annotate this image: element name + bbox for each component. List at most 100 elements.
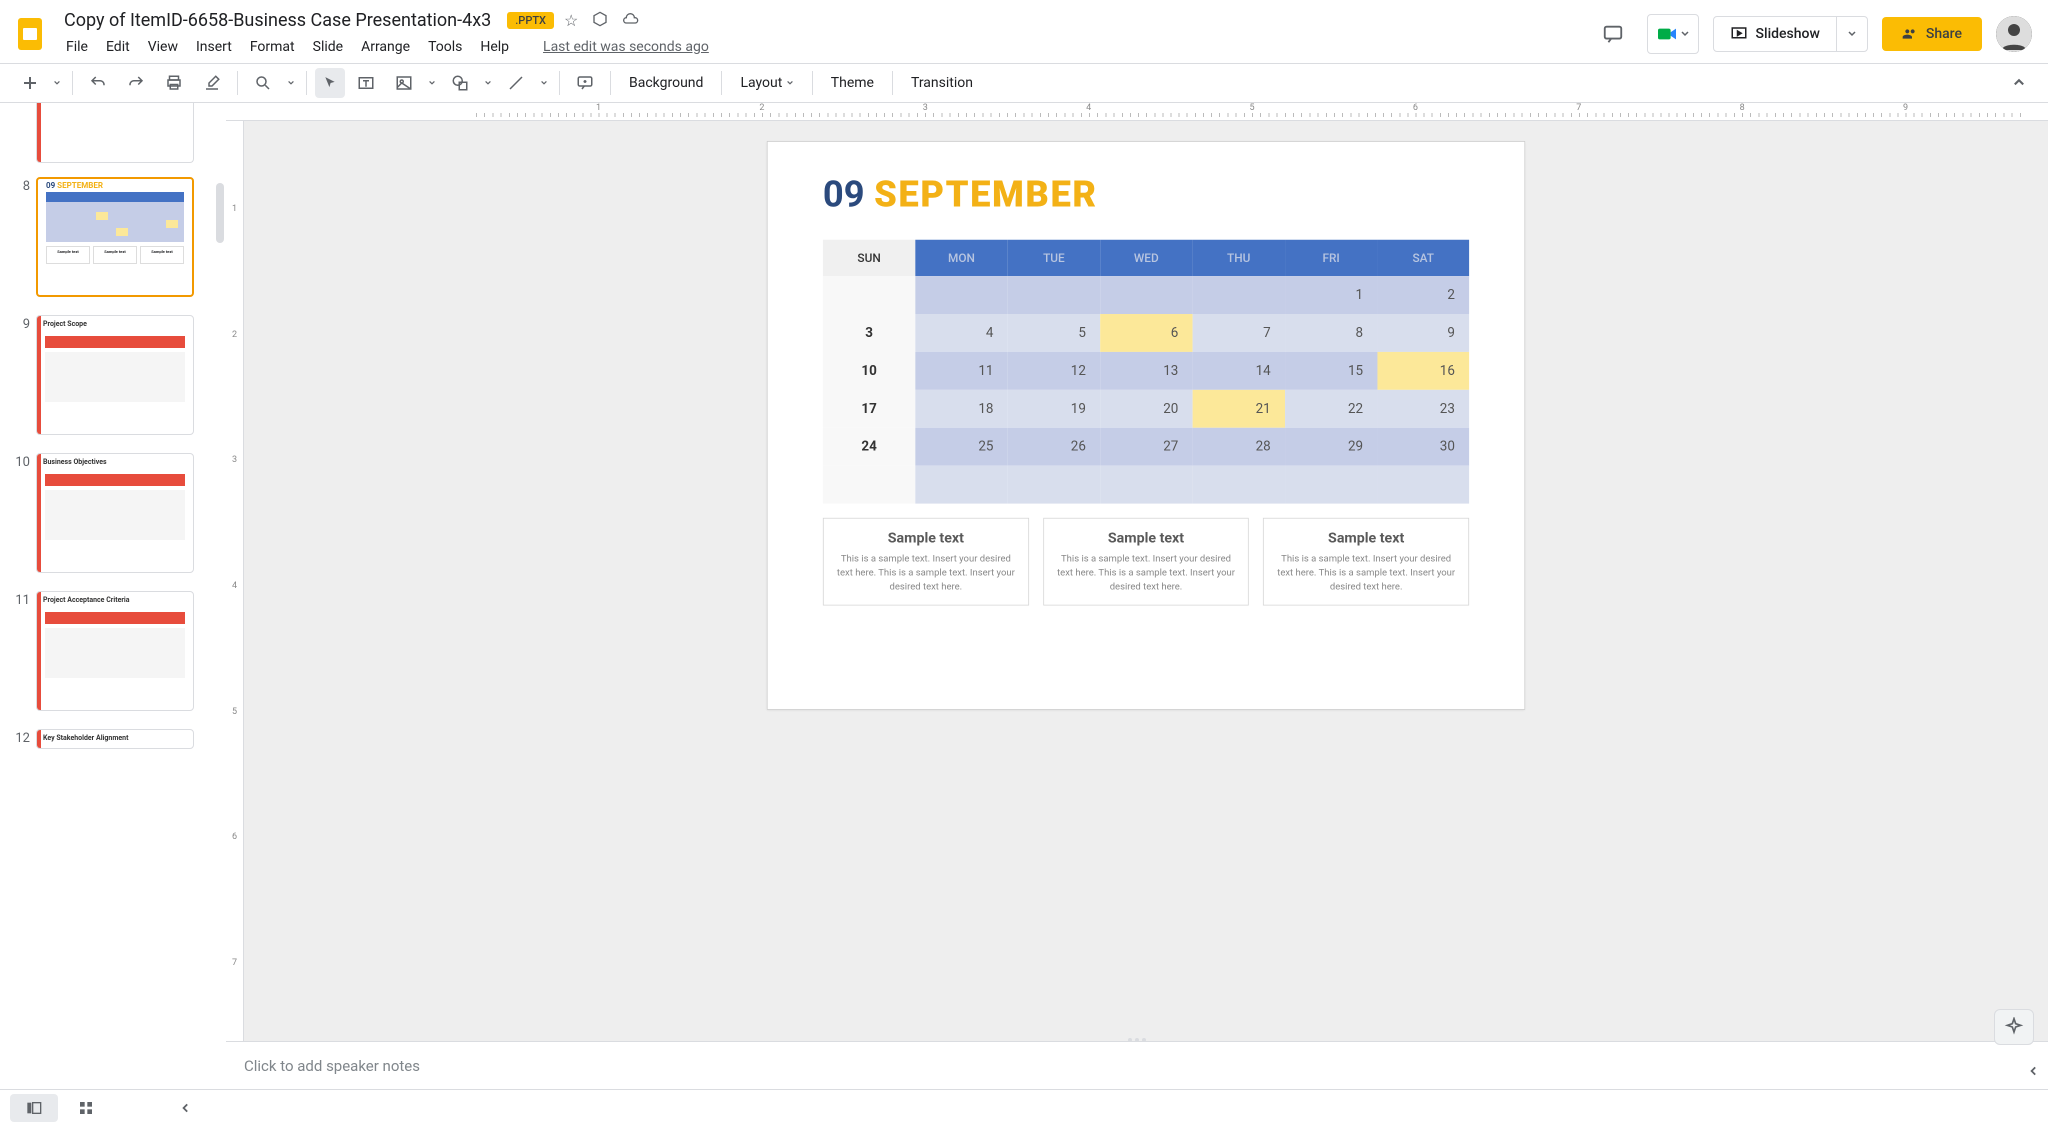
calendar-cell[interactable]: 12 [1008,352,1100,390]
calendar-cell[interactable] [1008,466,1100,504]
side-panel-collapse[interactable] [2022,1059,2046,1083]
calendar-cell[interactable]: 3 [823,314,915,352]
calendar-cell[interactable]: 22 [1285,390,1377,428]
last-edit-link[interactable]: Last edit was seconds ago [535,35,717,59]
shape-tool[interactable] [443,68,477,98]
move-icon[interactable] [592,11,608,30]
calendar-cell[interactable] [1285,466,1377,504]
print-button[interactable] [157,68,191,98]
menu-arrange[interactable]: Arrange [353,35,418,59]
menu-view[interactable]: View [140,35,186,59]
menu-tools[interactable]: Tools [420,35,470,59]
calendar-cell[interactable]: 30 [1377,428,1469,466]
collapse-toolbar-button[interactable] [2004,68,2034,98]
menu-edit[interactable]: Edit [98,35,138,59]
calendar-cell[interactable]: 29 [1285,428,1377,466]
calendar-cell[interactable]: 25 [915,428,1007,466]
calendar-cell[interactable]: 19 [1008,390,1100,428]
calendar-cell[interactable]: 26 [1008,428,1100,466]
new-slide-dropdown[interactable] [50,68,64,98]
shape-dropdown[interactable] [481,68,495,98]
textbox-tool[interactable] [349,68,383,98]
calendar-cell[interactable] [1377,466,1469,504]
calendar-cell[interactable]: 15 [1285,352,1377,390]
calendar-cell[interactable]: 2 [1377,276,1469,314]
notes-resize-handle[interactable] [1117,1038,1157,1044]
calendar-cell[interactable] [915,276,1007,314]
calendar-cell[interactable] [1193,466,1285,504]
line-dropdown[interactable] [537,68,551,98]
menu-insert[interactable]: Insert [188,35,240,59]
undo-button[interactable] [81,68,115,98]
calendar-cell[interactable]: 17 [823,390,915,428]
sample-box[interactable]: Sample textThis is a sample text. Insert… [1263,518,1469,606]
layout-button[interactable]: Layout [730,69,803,97]
explore-button[interactable] [1994,1009,2034,1045]
new-slide-button[interactable] [14,68,46,98]
slide-canvas[interactable]: 09 SEPTEMBER SUNMONTUEWEDTHUFRISAT 12345… [767,141,1525,710]
calendar-cell[interactable] [1008,276,1100,314]
doc-title[interactable]: Copy of ItemID-6658-Business Case Presen… [58,8,497,33]
slideshow-button[interactable]: Slideshow [1714,17,1836,51]
slide-thumb[interactable]: 09 SEPTEMBERSample textSample textSample… [36,177,194,297]
comments-icon[interactable] [1593,14,1633,54]
calendar-cell[interactable]: 9 [1377,314,1469,352]
calendar-cell[interactable]: 18 [915,390,1007,428]
calendar-cell[interactable]: 21 [1193,390,1285,428]
calendar-cell[interactable]: 10 [823,352,915,390]
slide-thumb[interactable]: Project Acceptance Criteria [36,591,194,711]
calendar-cell[interactable]: 1 [1285,276,1377,314]
comment-tool[interactable] [568,68,602,98]
user-avatar[interactable] [1996,16,2032,52]
slide-container[interactable]: 09 SEPTEMBER SUNMONTUEWEDTHUFRISAT 12345… [244,121,2048,1041]
slideshow-dropdown[interactable] [1836,17,1867,51]
redo-button[interactable] [119,68,153,98]
calendar-cell[interactable]: 20 [1100,390,1192,428]
slide-thumb[interactable]: Project Scope [36,315,194,435]
image-dropdown[interactable] [425,68,439,98]
calendar-cell[interactable]: 16 [1377,352,1469,390]
line-tool[interactable] [499,68,533,98]
filmstrip-view-button[interactable] [10,1094,58,1122]
slide-thumb[interactable]: Business Objectives [36,453,194,573]
calendar-cell[interactable] [823,466,915,504]
menu-help[interactable]: Help [472,35,517,59]
sample-box[interactable]: Sample textThis is a sample text. Insert… [1043,518,1249,606]
paint-format-button[interactable] [195,68,229,98]
sample-box[interactable]: Sample textThis is a sample text. Insert… [823,518,1029,606]
theme-button[interactable]: Theme [821,69,884,97]
calendar-cell[interactable]: 28 [1193,428,1285,466]
collapse-filmstrip-button[interactable] [164,1096,208,1120]
menu-slide[interactable]: Slide [305,35,351,59]
calendar-cell[interactable]: 23 [1377,390,1469,428]
calendar-cell[interactable] [823,276,915,314]
calendar-cell[interactable]: 11 [915,352,1007,390]
cloud-icon[interactable] [622,11,640,30]
calendar-cell[interactable]: 7 [1193,314,1285,352]
slide-thumb[interactable] [36,103,194,163]
share-button[interactable]: Share [1882,17,1982,51]
calendar-cell[interactable]: 5 [1008,314,1100,352]
filmstrip[interactable]: 809 SEPTEMBERSample textSample textSampl… [0,103,226,1089]
calendar-cell[interactable]: 27 [1100,428,1192,466]
calendar-cell[interactable]: 14 [1193,352,1285,390]
zoom-button[interactable] [246,68,280,98]
zoom-dropdown[interactable] [284,68,298,98]
calendar-cell[interactable]: 24 [823,428,915,466]
calendar-cell[interactable] [1193,276,1285,314]
slides-logo[interactable] [10,14,50,54]
select-tool[interactable] [315,68,345,98]
grid-view-button[interactable] [62,1094,110,1122]
calendar-cell[interactable]: 8 [1285,314,1377,352]
calendar-cell[interactable]: 6 [1100,314,1192,352]
transition-button[interactable]: Transition [901,69,983,97]
calendar-cell[interactable] [1100,276,1192,314]
calendar-cell[interactable] [1100,466,1192,504]
image-tool[interactable] [387,68,421,98]
meet-button[interactable] [1647,14,1699,54]
slide-thumb[interactable]: Key Stakeholder Alignment [36,729,194,749]
calendar-cell[interactable] [915,466,1007,504]
speaker-notes[interactable]: Click to add speaker notes [226,1041,2048,1089]
menu-file[interactable]: File [58,35,96,59]
star-icon[interactable]: ☆ [564,11,578,30]
